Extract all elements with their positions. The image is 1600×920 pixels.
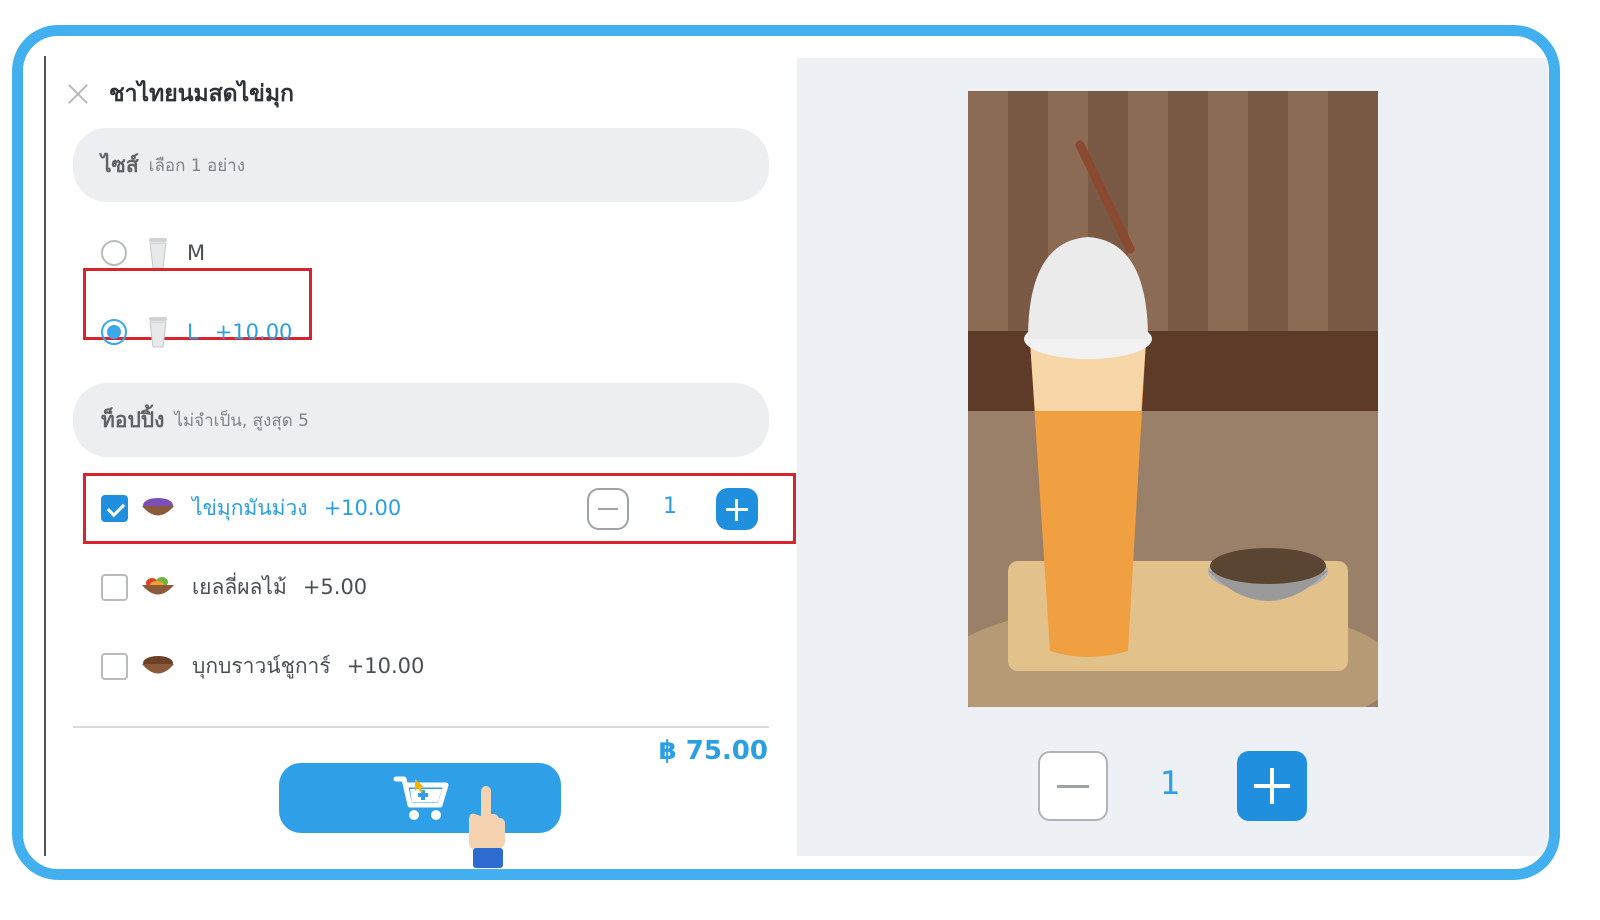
size-option-l[interactable]: L +10.00 <box>101 312 292 352</box>
cart-icon <box>393 776 449 820</box>
screenshot-frame: ชาไทยนมสดไข่มุก ไซส์ เลือก 1 อย่าง M L +… <box>12 25 1560 880</box>
topping-option-brown-sugar-konjac[interactable]: บุกบราวน์ชูการ์ +10.00 <box>101 646 424 686</box>
topping-purple-pearl-label: ไข่มุกมันม่วง <box>192 495 308 520</box>
topping-option-fruit-jelly[interactable]: เยลลี่ผลไม้ +5.00 <box>101 567 367 607</box>
size-section-title: ไซส์ <box>101 152 139 177</box>
topping-purple-pearl-checkbox[interactable] <box>101 494 128 522</box>
cup-icon <box>149 238 167 269</box>
bowl-icon <box>142 656 174 674</box>
quantity-value: 1 <box>1160 764 1181 802</box>
cup-icon <box>149 317 167 348</box>
product-options-panel: ชาไทยนมสดไข่มุก ไซส์ เลือก 1 อย่าง M L +… <box>23 36 796 869</box>
product-image <box>968 91 1378 707</box>
quantity-plus-button[interactable] <box>1237 751 1307 821</box>
product-title: ชาไทยนมสดไข่มุก <box>109 81 294 107</box>
hand-pointer-icon <box>469 786 505 868</box>
topping-fruit-jelly-price: +5.00 <box>302 575 368 599</box>
size-option-m[interactable]: M <box>101 233 205 273</box>
topping-brown-sugar-konjac-label: บุกบราวน์ชูการ์ <box>192 653 331 678</box>
topping-brown-sugar-konjac-checkbox[interactable] <box>101 652 128 680</box>
check-icon <box>106 498 126 517</box>
topping-fruit-jelly-label: เยลลี่ผลไม้ <box>192 574 287 599</box>
topping-quantity: 1 <box>663 494 677 519</box>
divider <box>73 726 769 728</box>
topping-fruit-jelly-checkbox[interactable] <box>101 573 128 601</box>
bowl-icon <box>142 577 174 595</box>
size-m-label: M <box>187 241 206 265</box>
size-l-label: L <box>187 320 199 344</box>
topping-plus-button[interactable] <box>716 488 758 530</box>
topping-section-subtitle: ไม่จำเป็น, สูงสุด 5 <box>174 410 309 431</box>
topping-section-header: ท็อปปิ้ง ไม่จำเป็น, สูงสุด 5 <box>73 383 769 457</box>
topping-section-title: ท็อปปิ้ง <box>101 407 165 432</box>
topping-minus-button[interactable] <box>587 488 629 530</box>
bowl-icon <box>142 498 174 516</box>
close-icon[interactable] <box>65 81 91 107</box>
add-to-cart-button[interactable] <box>279 763 561 833</box>
topping-brown-sugar-konjac-price: +10.00 <box>346 654 425 678</box>
product-image-panel: 1 <box>797 58 1548 856</box>
size-section-header: ไซส์ เลือก 1 อย่าง <box>73 128 769 202</box>
topping-purple-pearl-price: +10.00 <box>323 496 402 520</box>
size-l-price: +10.00 <box>214 320 293 344</box>
size-m-radio[interactable] <box>101 240 127 266</box>
size-l-radio[interactable] <box>101 319 127 345</box>
size-section-subtitle: เลือก 1 อย่าง <box>148 155 246 176</box>
topping-option-purple-pearl[interactable]: ไข่มุกมันม่วง +10.00 <box>101 488 401 528</box>
thai-iced-tea-photo <box>968 91 1378 707</box>
quantity-minus-button[interactable] <box>1038 751 1108 821</box>
total-price: ฿ 75.00 <box>658 736 768 766</box>
